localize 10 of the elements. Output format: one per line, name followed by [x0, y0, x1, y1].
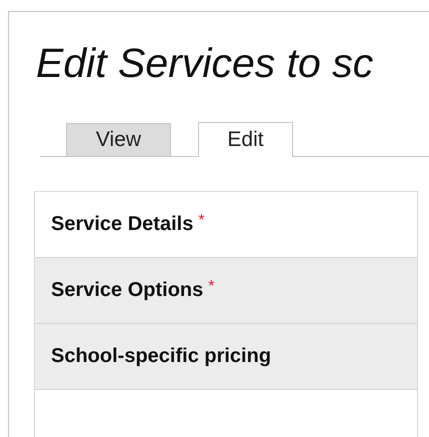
required-mark: *	[208, 278, 215, 296]
required-mark: *	[198, 212, 205, 230]
page-title: Edit Services to sc	[35, 39, 374, 87]
section-header[interactable]: Service Options *	[35, 258, 417, 324]
tab[interactable]: Edit	[198, 122, 293, 157]
tab[interactable]: View	[66, 123, 171, 156]
section-title: Service Details	[51, 213, 194, 236]
section-header[interactable]: School-specific pricing	[35, 324, 417, 390]
section-title: School-specific pricing	[51, 345, 272, 368]
section-title: Service Options	[51, 279, 204, 302]
